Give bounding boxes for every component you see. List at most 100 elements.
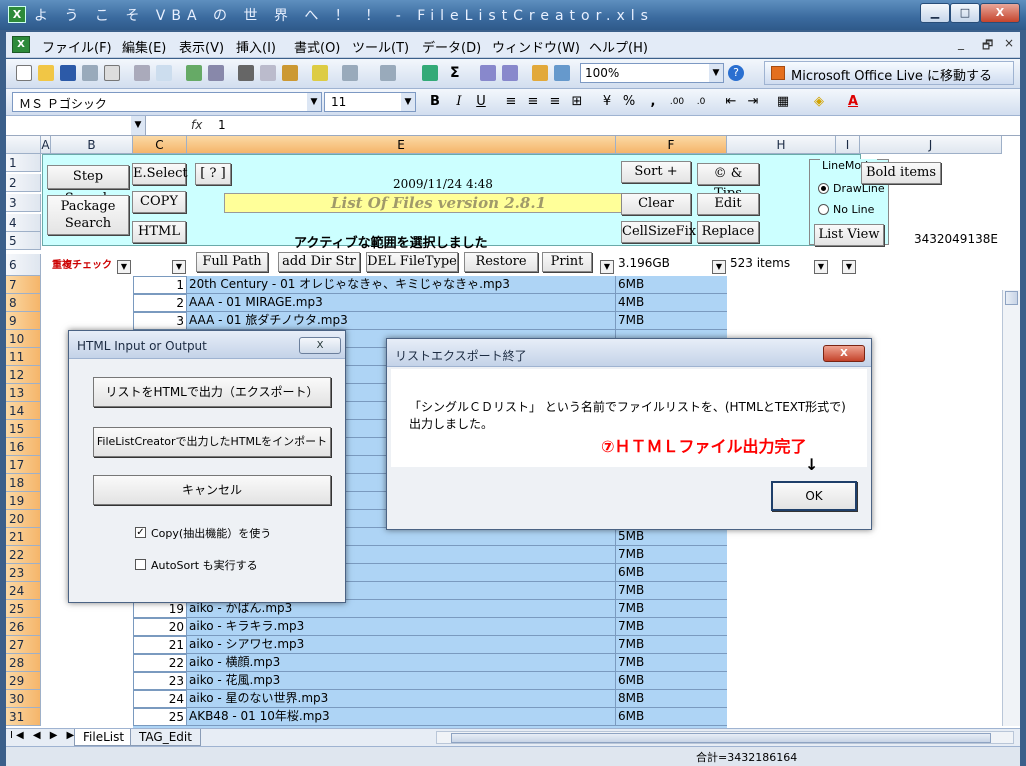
increase-decimal-icon[interactable]: .00 [668, 93, 686, 111]
italic-button[interactable]: I [450, 93, 468, 111]
list-view-button[interactable]: List View [814, 224, 884, 246]
file-name[interactable]: AAA - 01 MIRAGE.mp3 [187, 294, 616, 312]
menu-help[interactable]: ヘルプ(H) [589, 37, 648, 56]
file-size[interactable]: 6MB [616, 276, 727, 294]
chevron-down-icon[interactable]: ▼ [307, 93, 321, 111]
eselect-button[interactable]: E.Select [132, 163, 188, 185]
chevron-down-icon[interactable]: ▼ [709, 64, 723, 82]
save-icon[interactable] [60, 65, 76, 81]
file-size[interactable]: 7MB [616, 312, 727, 330]
export-html-button[interactable]: リストをHTMLで出力（エクスポート） [93, 377, 331, 407]
font-name-select[interactable]: ＭＳ Ｐゴシック ▼ [12, 92, 322, 112]
file-number[interactable]: 21 [133, 636, 187, 654]
filter-dropdown-h[interactable]: ▼ [814, 260, 828, 274]
menu-tools[interactable]: ツール(T) [352, 37, 409, 56]
sort-button[interactable]: Sort + [621, 161, 691, 183]
merge-center-icon[interactable]: ⊞ [568, 93, 586, 111]
file-number[interactable]: 22 [133, 654, 187, 672]
underline-button[interactable]: U [472, 93, 490, 111]
workbook-minimize-button[interactable]: _ [958, 36, 964, 50]
tips-button[interactable]: © & Tips [697, 163, 759, 201]
paste-icon[interactable] [282, 65, 298, 81]
clear-button[interactable]: Clear [621, 193, 691, 215]
file-number[interactable]: 1 [133, 276, 187, 294]
ok-button[interactable]: OK [771, 481, 857, 511]
function-icon[interactable]: fx [191, 118, 202, 132]
file-name[interactable]: aiko - 星のない世界.mp3 [187, 690, 616, 708]
hyperlink-icon[interactable] [422, 65, 438, 81]
row-header-13[interactable]: 13 [6, 384, 41, 402]
cancel-button[interactable]: キャンセル [93, 475, 331, 505]
row-header-21[interactable]: 21 [6, 528, 41, 546]
office-live-button[interactable]: Microsoft Office Live に移動する [764, 61, 1014, 85]
zoom-select[interactable]: 100% ▼ [580, 63, 724, 83]
print-preview-icon[interactable] [156, 65, 172, 81]
row-header-6[interactable]: 6 [6, 254, 41, 276]
filter-dropdown-c[interactable]: ▼ [172, 260, 186, 274]
open-icon[interactable] [38, 65, 54, 81]
undo-icon[interactable] [342, 65, 358, 81]
chevron-down-icon[interactable]: ▼ [131, 116, 145, 135]
percent-button[interactable]: % [620, 93, 638, 111]
column-header-j[interactable]: J [860, 136, 1002, 154]
row-header-8[interactable]: 8 [6, 294, 41, 312]
file-size[interactable]: 8MB [616, 690, 727, 708]
row-header-2[interactable]: 2 [6, 174, 41, 192]
align-left-icon[interactable]: ≡ [502, 93, 520, 111]
filter-dropdown-f[interactable]: ▼ [712, 260, 726, 274]
file-size[interactable]: 7MB [616, 546, 727, 564]
row-header-20[interactable]: 20 [6, 510, 41, 528]
file-size[interactable]: 6MB [616, 672, 727, 690]
print-icon[interactable] [134, 65, 150, 81]
file-number[interactable]: 20 [133, 618, 187, 636]
row-header-25[interactable]: 25 [6, 600, 41, 618]
cut-icon[interactable] [238, 65, 254, 81]
file-size[interactable]: 6MB [616, 708, 727, 726]
scroll-thumb[interactable] [451, 733, 991, 743]
workbook-restore-button[interactable]: 🗗 [982, 36, 993, 57]
file-name[interactable]: aiko - 花風.mp3 [187, 672, 616, 690]
column-header-i[interactable]: I [836, 136, 860, 154]
minimize-button[interactable]: ▁ [920, 3, 950, 23]
copy-icon[interactable] [260, 65, 276, 81]
font-color-icon[interactable]: A [844, 93, 862, 111]
row-header-23[interactable]: 23 [6, 564, 41, 582]
menu-format[interactable]: 書式(O) [294, 37, 340, 56]
column-header-f[interactable]: F [616, 136, 727, 154]
menu-data[interactable]: データ(D) [422, 37, 481, 56]
row-header-5[interactable]: 5 [6, 232, 41, 250]
file-size[interactable]: 4MB [616, 294, 727, 312]
import-html-button[interactable]: FileListCreatorで出力したHTMLをインポート [93, 427, 331, 457]
spelling-icon[interactable] [186, 65, 202, 81]
html-button[interactable]: HTML [132, 221, 186, 243]
file-size[interactable]: 5MB [616, 528, 727, 546]
file-name[interactable]: aiko - キラキラ.mp3 [187, 618, 616, 636]
row-header-16[interactable]: 16 [6, 438, 41, 456]
align-right-icon[interactable]: ≡ [546, 93, 564, 111]
new-icon[interactable] [16, 65, 32, 81]
align-center-icon[interactable]: ≡ [524, 93, 542, 111]
row-header-7[interactable]: 7 [6, 276, 41, 294]
vertical-scrollbar[interactable] [1002, 290, 1020, 726]
borders-icon[interactable]: ▦ [774, 93, 792, 111]
sort-descending-icon[interactable] [502, 65, 518, 81]
file-size[interactable]: 7MB [616, 582, 727, 600]
del-filetype-button[interactable]: DEL FileType [366, 252, 458, 272]
email-icon[interactable] [104, 65, 120, 81]
workbook-icon[interactable]: X [12, 36, 30, 53]
row-header-22[interactable]: 22 [6, 546, 41, 564]
select-all-corner[interactable] [6, 136, 41, 154]
help-icon[interactable]: ? [728, 65, 744, 81]
menu-insert[interactable]: 挿入(I) [236, 37, 276, 56]
noline-radio[interactable] [818, 204, 829, 215]
file-number[interactable]: 2 [133, 294, 187, 312]
research-icon[interactable] [208, 65, 224, 81]
bold-button[interactable]: B [426, 93, 444, 111]
comma-button[interactable]: , [644, 93, 662, 111]
file-number[interactable]: 3 [133, 312, 187, 330]
bold-items-button[interactable]: Bold items [861, 162, 941, 184]
restore-button[interactable]: Restore [464, 252, 538, 272]
format-painter-icon[interactable] [312, 65, 328, 81]
edit-button[interactable]: Edit [697, 193, 759, 215]
file-size[interactable]: 7MB [616, 636, 727, 654]
